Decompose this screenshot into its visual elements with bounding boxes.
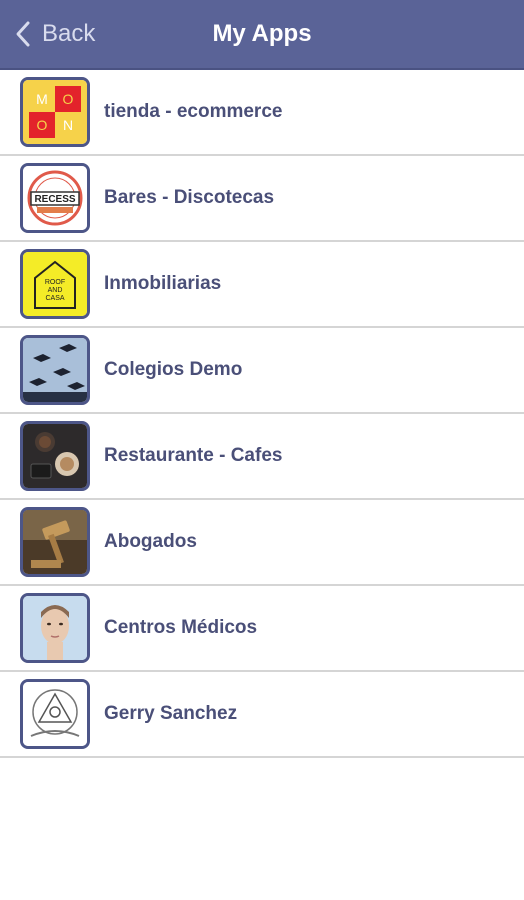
app-name: Abogados: [104, 531, 197, 552]
gavel-icon: [20, 507, 90, 577]
app-name: Restaurante - Cafes: [104, 445, 283, 466]
list-item-colegios[interactable]: Colegios Demo: [0, 328, 524, 414]
page-title: My Apps: [212, 20, 312, 47]
coffee-table-icon: [20, 421, 90, 491]
list-item-bares[interactable]: RECESS Bares - Discotecas: [0, 156, 524, 242]
svg-text:RECESS: RECESS: [34, 194, 75, 205]
top-app-bar: Back My Apps: [0, 0, 524, 70]
svg-text:M: M: [36, 91, 48, 107]
svg-text:ROOF: ROOF: [45, 279, 65, 286]
app-name: Bares - Discotecas: [104, 187, 275, 208]
list-item-gerry-sanchez[interactable]: Gerry Sanchez: [0, 672, 524, 758]
svg-text:N: N: [63, 117, 73, 133]
app-name: Inmobiliarias: [104, 273, 222, 294]
app-name: Centros Médicos: [104, 617, 258, 638]
emblem-icon: [20, 679, 90, 749]
app-name: tienda - ecommerce: [104, 101, 283, 122]
app-name: Gerry Sanchez: [104, 703, 238, 724]
svg-text:CASA: CASA: [45, 295, 64, 302]
recess-badge-icon: RECESS: [20, 163, 90, 233]
list-item-tienda[interactable]: M O O N tienda - ecommerce: [0, 70, 524, 156]
moon-logo-icon: M O O N: [20, 77, 90, 147]
svg-text:O: O: [37, 117, 48, 133]
list-item-inmobiliarias[interactable]: ROOF AND CASA Inmobiliarias: [0, 242, 524, 328]
apps-list: M O O N tienda - ecommerce RECESS Bares …: [0, 70, 524, 758]
list-item-restaurante[interactable]: Restaurante - Cafes: [0, 414, 524, 500]
list-item-abogados[interactable]: Abogados: [0, 500, 524, 586]
svg-text:AND: AND: [48, 287, 63, 294]
graduation-caps-icon: [20, 335, 90, 405]
face-portrait-icon: [20, 593, 90, 663]
roof-and-casa-icon: ROOF AND CASA: [20, 249, 90, 319]
app-name: Colegios Demo: [104, 359, 243, 380]
svg-text:O: O: [63, 91, 74, 107]
list-item-centros-medicos[interactable]: Centros Médicos: [0, 586, 524, 672]
